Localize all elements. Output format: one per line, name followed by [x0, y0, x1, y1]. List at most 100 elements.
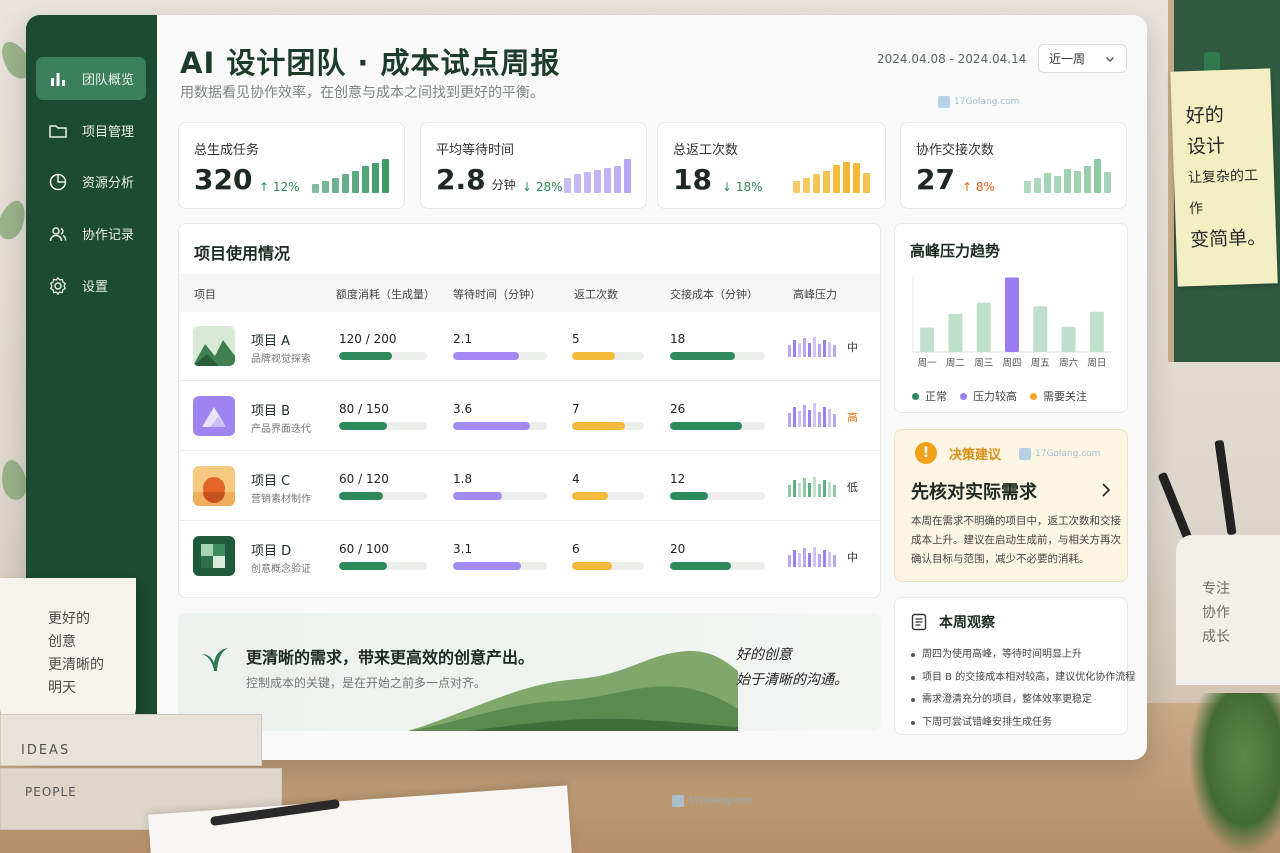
sparkline-bar: [574, 174, 581, 193]
sparkline-bar: [793, 181, 800, 193]
kpi-delta: ↑ 12%: [259, 180, 300, 194]
sticky-line: 好的: [1185, 103, 1225, 128]
wait-time-bar-fill: [453, 562, 521, 570]
bar-周五: [1033, 306, 1048, 352]
legend-label: 压力较高: [973, 390, 1017, 403]
sparkline-bar: [843, 162, 850, 193]
project-name: 项目 C: [251, 474, 291, 489]
kpi-sparkline: [793, 159, 870, 193]
sparkline-bar: [823, 407, 826, 427]
sparkline-bar: [813, 174, 820, 193]
sidebar-item-overview[interactable]: 团队概览: [36, 57, 146, 100]
sparkline-bar: [1044, 173, 1051, 193]
sparkline-bar: [788, 485, 791, 497]
bar-周日: [1089, 311, 1104, 352]
pressure-sparkline: [788, 473, 836, 497]
watermark-text: 17Golang.com: [1035, 449, 1101, 459]
mug-right: 专注 协作 成长: [1176, 535, 1280, 685]
quota-value: 60 / 100: [339, 542, 389, 556]
period-select-value: 近一周: [1049, 52, 1086, 66]
quota-bar-fill: [339, 562, 388, 570]
quota-value: 80 / 150: [339, 402, 389, 416]
project-thumbnail: [193, 326, 235, 366]
kpi-label: 总生成任务: [194, 143, 260, 158]
legend-item: 压力较高: [960, 388, 1017, 404]
sidebar-item-resources[interactable]: 资源分析: [36, 160, 146, 203]
suggestion-header: ! 决策建议: [915, 442, 1001, 464]
leaf-decor: [0, 458, 30, 502]
kpi-card-total-tasks: 总生成任务 320 ↑ 12%: [178, 122, 405, 209]
mug-text: 成长: [1202, 629, 1230, 645]
table-row[interactable]: 项目 C 营销素材制作 60 / 120 1.8 4 12 低: [179, 452, 880, 521]
watermark: 17Golang.com: [938, 96, 1019, 108]
rework-bar-fill: [572, 352, 616, 360]
sidebar-item-label: 资源分析: [82, 176, 135, 191]
bottom-banner: 更清晰的需求，带来更高效的创意产出。 控制成本的关键，是在开始之前多一点对齐。 …: [178, 613, 881, 731]
rework-bar: [572, 352, 644, 360]
sparkline-bar: [1064, 169, 1071, 193]
sparkline-bar: [803, 338, 806, 357]
mug-text: 创意: [48, 634, 76, 650]
wait-time-bar-fill: [453, 422, 531, 430]
period-select[interactable]: 近一周: [1038, 44, 1127, 73]
sidebar-item-collab[interactable]: 协作记录: [36, 212, 146, 255]
page-subtitle: 用数据看见协作效率，在创意与成本之间找到更好的平衡。: [180, 85, 544, 101]
project-desc: 品牌视觉探索: [251, 354, 311, 365]
sparkline-bar: [1024, 181, 1031, 193]
column-header: 等待时间（分钟）: [453, 288, 541, 301]
column-header: 项目: [194, 288, 216, 301]
kpi-value: 2.8 分钟: [436, 163, 516, 196]
sparkline-bar: [1074, 171, 1081, 193]
project-thumbnail: [193, 466, 235, 506]
handoff-cost-bar-fill: [670, 422, 743, 430]
sparkline-bar: [584, 172, 591, 193]
kpi-value: 18: [673, 163, 712, 196]
kpi-card-avg-wait: 平均等待时间 2.8 分钟 ↓ 28%: [420, 122, 647, 209]
note-line: 好的创意: [736, 647, 792, 663]
table-body: 项目 A 品牌视觉探索 120 / 200 2.1 5 18 中项目 B 产品界面迭代 80 /…: [179, 312, 880, 592]
sidebar-item-settings[interactable]: 设置: [36, 264, 146, 307]
tick-label: 周四: [1002, 358, 1021, 369]
quota-bar-fill: [339, 352, 392, 360]
kpi-card-handoff: 协作交接次数 27 ↑ 8%: [900, 122, 1127, 209]
main-content: AI 设计团队 · 成本试点周报 用数据看见协作效率，在创意与成本之间找到更好的…: [157, 15, 1147, 760]
sparkline-bar: [803, 178, 810, 193]
sparkline-bar: [604, 168, 611, 193]
kpi-delta-value: 28%: [535, 180, 563, 194]
sparkline-bar: [594, 170, 601, 193]
watermark-text: 17Golang.com: [688, 796, 754, 806]
chevron-right-icon[interactable]: [1099, 482, 1113, 498]
book-title: IDEAS: [21, 743, 71, 758]
sparkline-bar: [352, 171, 359, 193]
column-header: 额度消耗（生成量）: [336, 288, 435, 301]
decision-suggestion-card[interactable]: ! 决策建议 17Golang.com 先核对实际需求 本周在需求不明确的项目中…: [894, 429, 1128, 582]
sparkline-bar: [818, 554, 821, 567]
quota-value: 120 / 200: [339, 332, 397, 346]
quota-bar: [339, 562, 427, 570]
handoff-cost-bar-fill: [670, 352, 735, 360]
observation-header: 本周观察: [911, 612, 995, 632]
sidebar-item-projects[interactable]: 项目管理: [36, 109, 146, 152]
sparkline-bar: [624, 159, 631, 193]
sparkline-bar: [1104, 172, 1111, 193]
rework-value: 7: [572, 402, 580, 416]
handoff-cost-bar-fill: [670, 562, 731, 570]
handoff-cost-value: 26: [670, 402, 686, 416]
leaf-icon: [202, 648, 228, 671]
handoff-cost-value: 18: [670, 332, 686, 346]
sparkline-bar: [808, 343, 811, 357]
table-row[interactable]: 项目 B 产品界面迭代 80 / 150 3.6 7 26 高: [179, 382, 880, 451]
table-row[interactable]: 项目 A 品牌视觉探索 120 / 200 2.1 5 18 中: [179, 312, 880, 381]
table-header: 项目 额度消耗（生成量） 等待时间（分钟） 返工次数 交接成本（分钟） 高峰压力: [179, 274, 880, 312]
mug-text: 明天: [48, 680, 76, 696]
handoff-cost-bar: [670, 492, 765, 500]
sparkline-bar: [564, 178, 571, 193]
sparkline-bar: [828, 342, 831, 357]
project-usage-table: 项目使用情况 项目 额度消耗（生成量） 等待时间（分钟） 返工次数 交接成本（分…: [178, 223, 881, 598]
sticky-line: 设计: [1186, 134, 1226, 159]
arrow-up-icon: ↑: [259, 180, 270, 194]
table-row[interactable]: 项目 D 创意概念验证 60 / 100 3.1 6 20 中: [179, 522, 880, 591]
sparkline-bar: [828, 409, 831, 427]
sparkline-bar: [793, 407, 796, 427]
sparkline-bar: [808, 553, 811, 567]
